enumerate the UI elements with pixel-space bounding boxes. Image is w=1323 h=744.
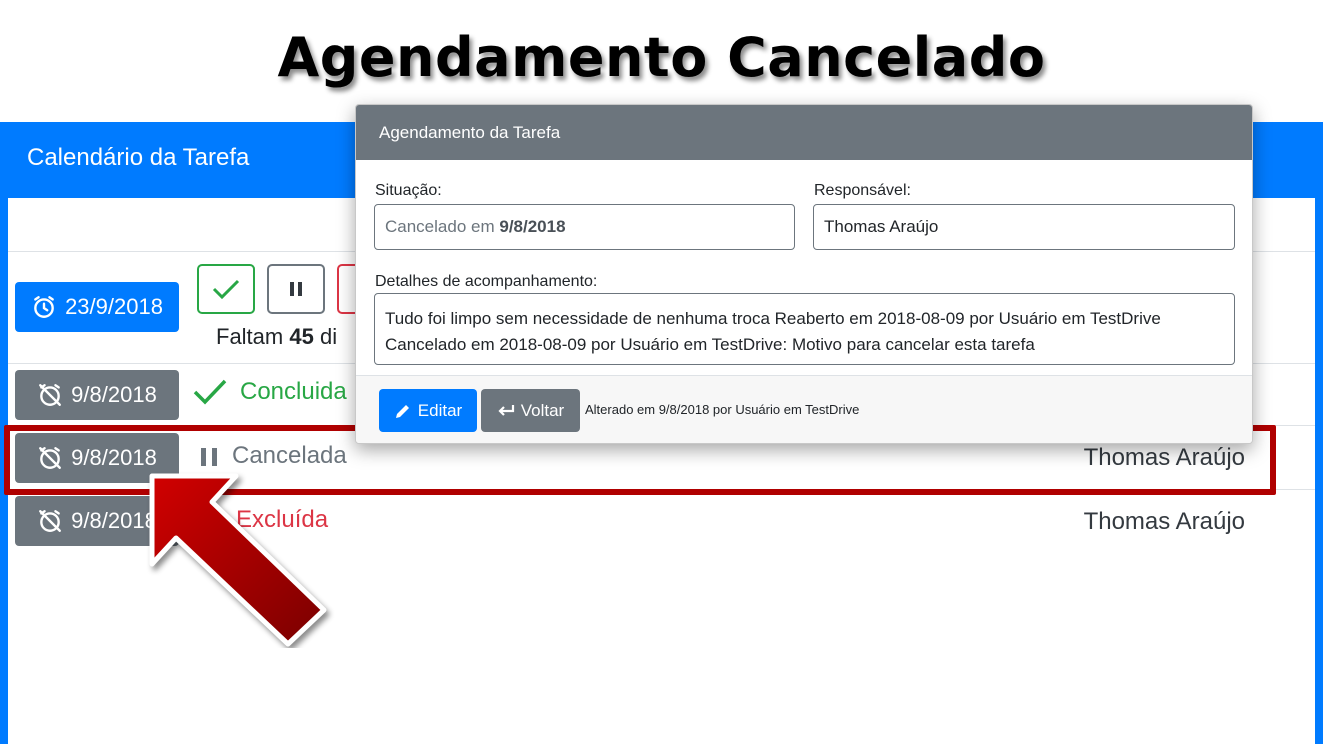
modal-footer: Editar Voltar Alterado em 9/8/2018 por U…	[356, 375, 1252, 443]
situacao-label: Situação:	[375, 182, 442, 199]
remaining-days-text: Faltam 45 di	[216, 324, 337, 350]
page-headline: Agendamento Cancelado	[277, 26, 1046, 89]
alarm-clock-icon	[34, 296, 54, 318]
date-label: 9/8/2018	[71, 382, 157, 407]
pencil-icon	[395, 404, 409, 418]
modal-title: Agendamento da Tarefa	[379, 123, 561, 142]
change-note: Alterado em 9/8/2018 por Usuário em Test…	[585, 402, 860, 417]
date-button-completed[interactable]: 9/8/2018	[15, 370, 179, 420]
schedule-modal: Agendamento da Tarefa Situação: Cancelad…	[355, 104, 1253, 444]
situacao-prefix: Cancelado em	[385, 217, 495, 236]
details-line: Cancelado em 2018-08-09 por Usuário em T…	[385, 335, 1035, 354]
status-completed: Concluida	[192, 378, 347, 406]
situacao-date: 9/8/2018	[499, 217, 566, 236]
responsavel-label: Responsável:	[814, 182, 911, 199]
date-button-upcoming[interactable]: 23/9/2018	[15, 282, 179, 332]
check-icon	[212, 279, 240, 300]
back-button[interactable]: Voltar	[481, 389, 580, 432]
details-label: Detalhes de acompanhamento:	[375, 273, 598, 290]
check-icon	[193, 379, 227, 405]
pause-icon	[290, 282, 302, 296]
details-textarea[interactable]: Tudo foi limpo sem necessidade de nenhum…	[374, 293, 1235, 365]
modal-header: Agendamento da Tarefa	[356, 105, 1252, 160]
panel-title: Calendário da Tarefa	[27, 144, 250, 171]
responsible-name: Thomas Araújo	[1083, 508, 1245, 535]
responsavel-field[interactable]: Thomas Araújo	[813, 204, 1235, 250]
annotation-arrow	[149, 473, 327, 647]
alarm-off-icon	[39, 510, 62, 532]
situacao-field[interactable]: Cancelado em 9/8/2018	[374, 204, 795, 250]
remaining-days-count: 45	[289, 324, 314, 349]
remaining-prefix: Faltam	[216, 324, 284, 349]
remaining-suffix: di	[319, 324, 338, 349]
edit-button[interactable]: Editar	[379, 389, 477, 432]
cancel-action-button[interactable]	[267, 264, 325, 314]
edit-label: Editar	[417, 400, 463, 420]
details-line: Tudo foi limpo sem necessidade de nenhum…	[385, 309, 1161, 328]
back-arrow-icon	[498, 404, 514, 416]
date-label: 23/9/2018	[65, 294, 163, 319]
alarm-off-icon	[39, 384, 62, 406]
complete-action-button[interactable]	[197, 264, 255, 314]
back-label: Voltar	[520, 400, 565, 420]
status-label: Concluida	[240, 378, 347, 405]
